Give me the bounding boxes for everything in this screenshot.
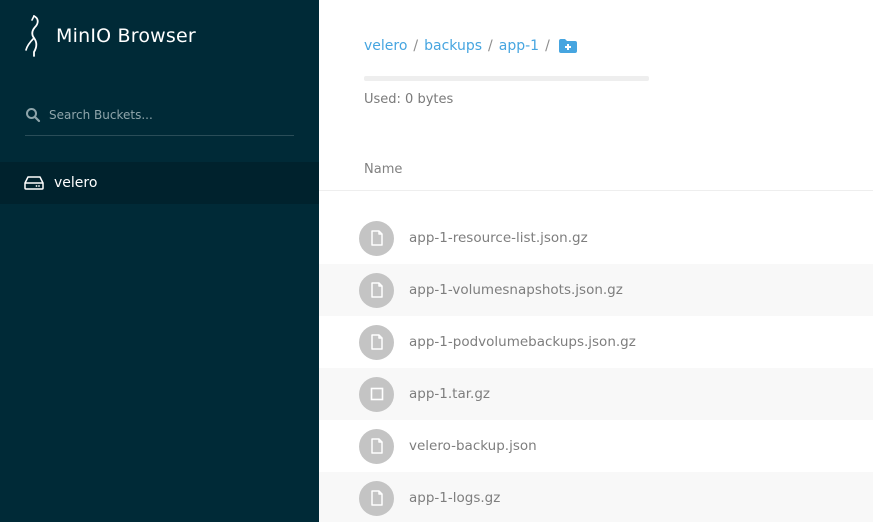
search-icon [26,108,41,123]
file-name: app-1.tar.gz [409,386,490,402]
search-buckets-input[interactable] [49,104,279,126]
file-row[interactable]: app-1-podvolumebackups.json.gz [319,316,873,368]
file-row[interactable]: velero-backup.json [319,420,873,472]
file-icon[interactable] [359,220,394,256]
breadcrumb-item-velero[interactable]: velero [364,38,407,54]
storage-usage-bar [364,76,649,81]
drive-icon [24,176,44,190]
breadcrumb-separator: / [545,38,550,54]
breadcrumb-separator: / [488,38,493,54]
file-icon[interactable] [359,272,394,308]
file-name: app-1-podvolumebackups.json.gz [409,334,636,350]
breadcrumb-item-backups[interactable]: backups [424,38,482,54]
file-row[interactable]: app-1-resource-list.json.gz [319,212,873,264]
file-row[interactable]: app-1-volumesnapshots.json.gz [319,264,873,316]
file-name: velero-backup.json [409,438,537,454]
main-content: velero / backups / app-1 / Used: 0 bytes… [319,0,873,522]
file-icon[interactable] [359,428,394,464]
file-icon[interactable] [359,324,394,360]
bucket-search [25,104,294,136]
bucket-label: velero [54,175,98,191]
sidebar: MinIO Browser velero [0,0,319,522]
app-title: MinIO Browser [56,25,196,47]
minio-bird-icon [25,15,39,57]
breadcrumb: velero / backups / app-1 / [364,38,578,54]
archive-icon[interactable] [359,376,394,412]
file-name: app-1-volumesnapshots.json.gz [409,282,623,298]
folder-plus-icon[interactable] [558,38,578,54]
breadcrumb-item-app-1[interactable]: app-1 [499,38,539,54]
storage-used-label: Used: 0 bytes [364,92,454,107]
file-row[interactable]: app-1.tar.gz [319,368,873,420]
breadcrumb-separator: / [413,38,419,54]
column-header-name[interactable]: Name [319,152,873,191]
file-icon[interactable] [359,480,394,516]
logo[interactable]: MinIO Browser [22,14,196,58]
file-name: app-1-logs.gz [409,490,501,506]
column-header-label: Name [364,162,403,177]
bucket-item-velero[interactable]: velero [0,162,319,204]
file-name: app-1-resource-list.json.gz [409,230,588,246]
file-row[interactable]: app-1-logs.gz [319,472,873,522]
